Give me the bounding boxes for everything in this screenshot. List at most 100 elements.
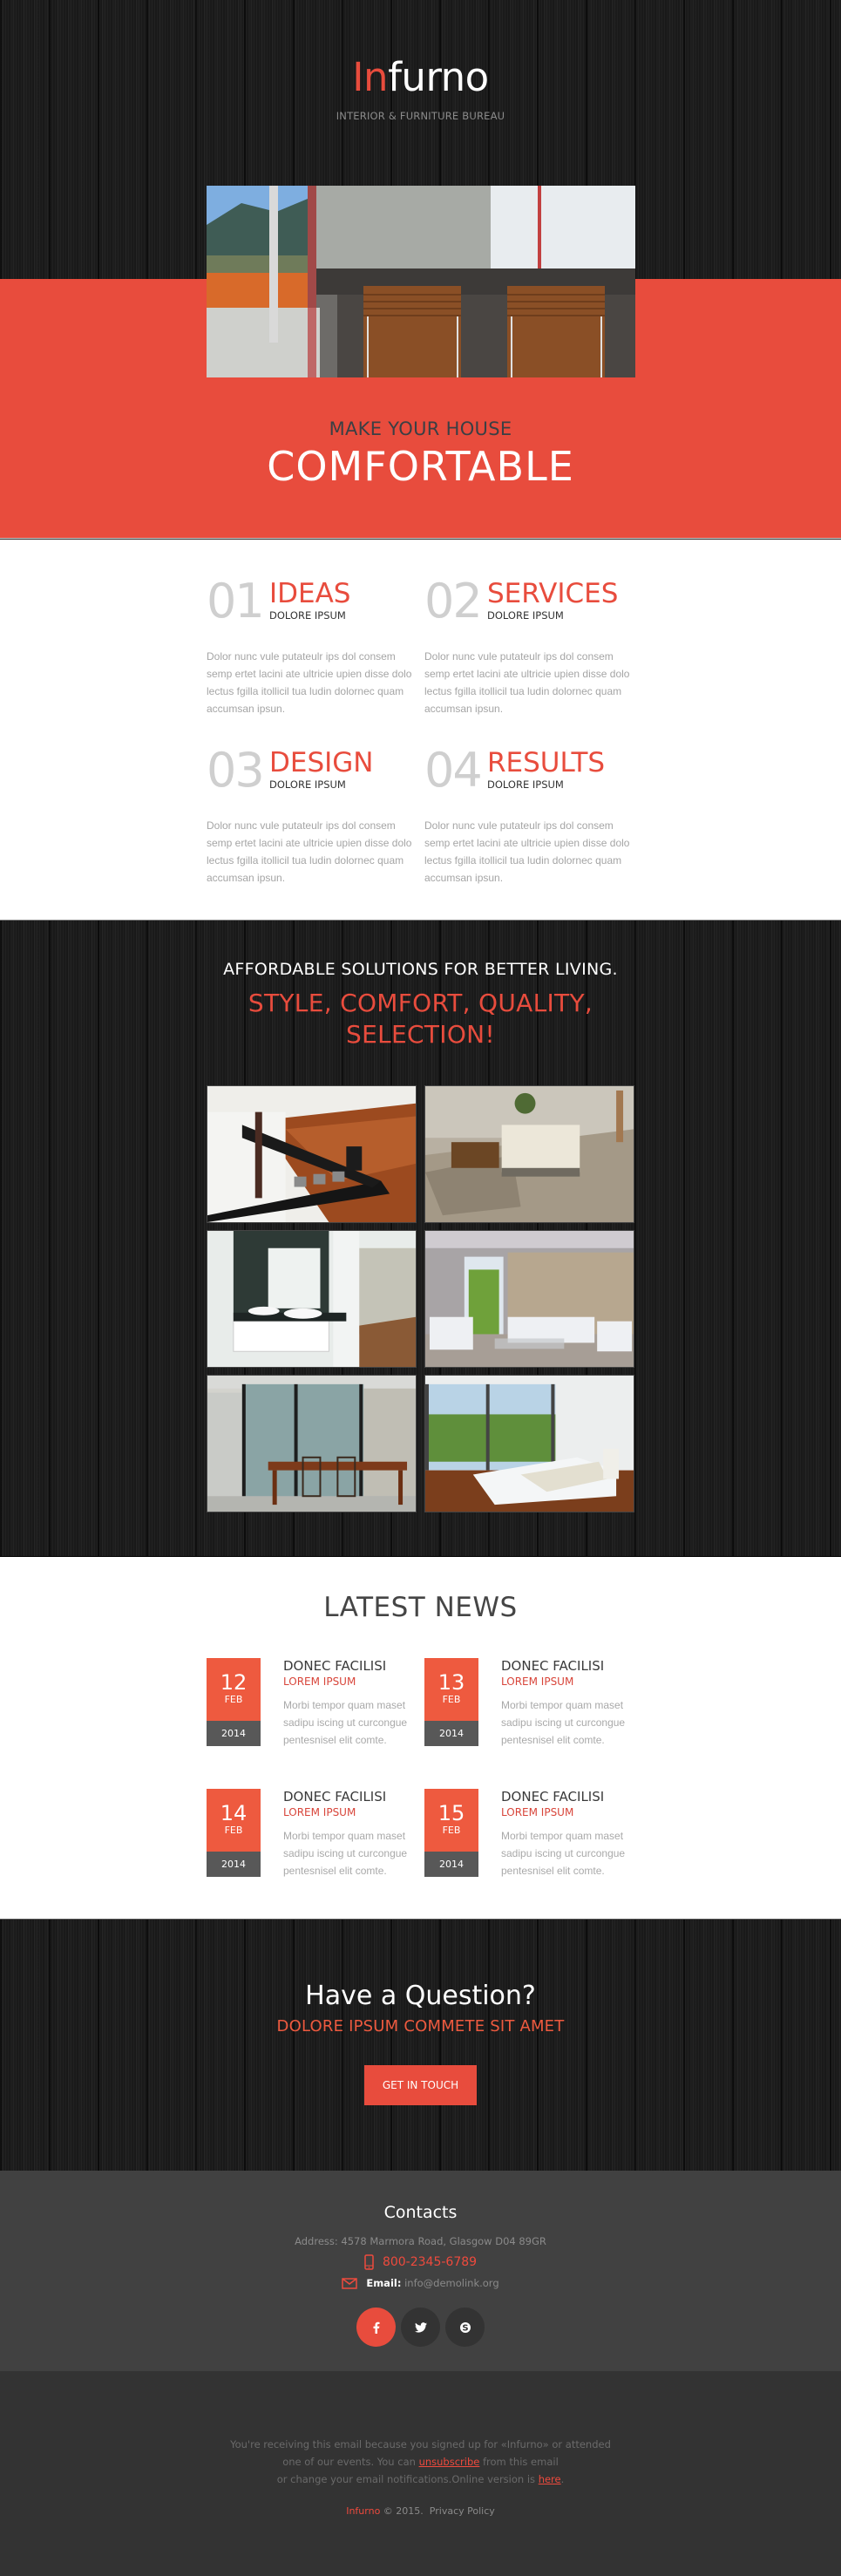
- footer-note-line3: or change your email notifications.Onlin…: [0, 2471, 841, 2488]
- news-item[interactable]: 12 FEB 2014 DONEC FACILISI LOREM IPSUM Mo…: [207, 1658, 416, 1747]
- feature-title: DESIGN: [269, 747, 374, 778]
- feature-number: 04: [424, 743, 483, 798]
- white-couches-living-room-image: [425, 1231, 634, 1367]
- gallery-photo-6[interactable]: [424, 1375, 634, 1512]
- facebook-button[interactable]: [356, 2308, 396, 2347]
- gallery-headline-line1: STYLE, COMFORT, QUALITY,: [248, 989, 593, 1017]
- feature-subtitle: DOLORE IPSUM: [269, 609, 346, 622]
- twitter-button[interactable]: [401, 2308, 440, 2347]
- feature-title: RESULTS: [487, 747, 606, 778]
- logo-accent: In: [352, 54, 389, 100]
- gallery-kicker: AFFORDABLE SOLUTIONS FOR BETTER LIVING.: [223, 960, 618, 979]
- feature-subtitle: DOLORE IPSUM: [487, 609, 564, 622]
- copyright: © 2015.: [380, 2505, 424, 2517]
- cta-section: Have a Question? DOLORE IPSUM COMMETE SI…: [0, 1919, 841, 2172]
- hero-title: COMFORTABLE: [267, 443, 574, 490]
- phone-row: 800-2345-6789: [0, 2254, 841, 2274]
- get-in-touch-button[interactable]: GET IN TOUCH: [364, 2065, 477, 2105]
- facebook-icon: [373, 2321, 379, 2334]
- email-address[interactable]: info@demolink.org: [404, 2277, 499, 2289]
- feature-number: 02: [424, 574, 483, 629]
- news-body: Morbi tempor quam maset sadipu iscing ut…: [501, 1699, 626, 1746]
- date-badge: 15 FEB 2014: [424, 1789, 478, 1877]
- date-year: 2014: [424, 1721, 478, 1746]
- online-version-link[interactable]: here: [539, 2473, 561, 2485]
- news-item[interactable]: 13 FEB 2014 DONEC FACILISI LOREM IPSUM Mo…: [424, 1658, 634, 1747]
- news-item[interactable]: 14 FEB 2014 DONEC FACILISI LOREM IPSUM Mo…: [207, 1789, 416, 1878]
- gallery-photo-5[interactable]: [207, 1375, 417, 1512]
- date-day: 14: [220, 1801, 248, 1825]
- feature-title: IDEAS: [269, 578, 351, 609]
- cta-title: Have a Question?: [305, 1981, 536, 2011]
- unsubscribe-link[interactable]: unsubscribe: [419, 2456, 480, 2468]
- email-row: Email: info@demolink.org: [0, 2277, 841, 2292]
- twitter-icon: [414, 2321, 427, 2333]
- phone-number[interactable]: 800-2345-6789: [383, 2255, 477, 2269]
- dining-room-image: [207, 1376, 416, 1512]
- skype-button[interactable]: S: [445, 2308, 485, 2347]
- date-badge: 12 FEB 2014: [207, 1658, 261, 1746]
- date-month: FEB: [442, 1694, 461, 1705]
- footer-note-line2: one of our events. You can unsubscribe f…: [0, 2453, 841, 2471]
- feature-subtitle: DOLORE IPSUM: [269, 778, 346, 791]
- modern-bathroom-image: [207, 1231, 416, 1367]
- hero-image: [207, 186, 635, 377]
- gallery-photo-3[interactable]: [207, 1230, 417, 1368]
- logo[interactable]: Infurno: [0, 58, 841, 97]
- features-section: 01 IDEAS DOLORE IPSUM Dolor nunc vule pu…: [0, 540, 841, 920]
- news-subhead: LOREM IPSUM: [283, 1806, 356, 1818]
- news-headline[interactable]: DONEC FACILISI: [283, 1658, 386, 1674]
- footer-brand[interactable]: Infurno: [346, 2505, 380, 2517]
- social-links: S: [0, 2308, 841, 2347]
- tagline: INTERIOR & FURNITURE BUREAU: [336, 110, 505, 122]
- news-body: Morbi tempor quam maset sadipu iscing ut…: [283, 1699, 408, 1746]
- news-headline[interactable]: DONEC FACILISI: [283, 1789, 386, 1805]
- footer-text: or change your email notifications.Onlin…: [276, 2473, 539, 2485]
- gallery-photo-4[interactable]: [424, 1230, 634, 1368]
- news-item[interactable]: 15 FEB 2014 DONEC FACILISI LOREM IPSUM Mo…: [424, 1789, 634, 1878]
- gallery-headline-line2: SELECTION!: [346, 1020, 495, 1049]
- news-subhead: LOREM IPSUM: [501, 1806, 574, 1818]
- feature-subtitle: DOLORE IPSUM: [487, 778, 564, 791]
- footer: You're receiving this email because you …: [0, 2371, 841, 2576]
- privacy-policy-link[interactable]: Privacy Policy: [430, 2505, 495, 2517]
- feature-body: Dolor nunc vule putateulr ips dol consem…: [424, 819, 630, 884]
- date-day: 12: [220, 1670, 248, 1695]
- date-badge: 13 FEB 2014: [424, 1658, 478, 1746]
- date-year: 2014: [207, 1852, 261, 1877]
- footer-bottom: Infurno © 2015. Privacy Policy: [0, 2505, 841, 2517]
- gallery-photo-2[interactable]: [424, 1085, 634, 1223]
- date-month: FEB: [224, 1694, 243, 1705]
- date-month: FEB: [442, 1825, 461, 1836]
- feature-number: 03: [207, 743, 265, 798]
- date-day: 13: [437, 1670, 465, 1695]
- email-label: Email:: [366, 2277, 402, 2289]
- footer-text: .: [560, 2473, 565, 2485]
- feature-title: SERVICES: [487, 578, 619, 609]
- news-subhead: LOREM IPSUM: [501, 1675, 574, 1688]
- kitchen-photo: [207, 186, 635, 377]
- gallery-photo-1[interactable]: [207, 1085, 417, 1223]
- feature-body: Dolor nunc vule putateulr ips dol consem…: [424, 650, 630, 715]
- svg-text:S: S: [462, 2323, 468, 2333]
- news-headline[interactable]: DONEC FACILISI: [501, 1658, 604, 1674]
- logo-rest: furno: [388, 54, 489, 100]
- footer-note: You're receiving this email because you …: [0, 2436, 841, 2488]
- news-body: Morbi tempor quam maset sadipu iscing ut…: [283, 1830, 408, 1877]
- gallery-section: AFFORDABLE SOLUTIONS FOR BETTER LIVING. …: [0, 920, 841, 1556]
- news-headline[interactable]: DONEC FACILISI: [501, 1789, 604, 1805]
- feature-body: Dolor nunc vule putateulr ips dol consem…: [207, 650, 412, 715]
- date-month: FEB: [224, 1825, 243, 1836]
- footer-text: from this email: [479, 2456, 559, 2468]
- feature-body: Dolor nunc vule putateulr ips dol consem…: [207, 819, 412, 884]
- phone-icon: [364, 2254, 374, 2270]
- news-section: LATEST NEWS 12 FEB 2014 DONEC FACILISI LO…: [0, 1556, 841, 1919]
- news-title: LATEST NEWS: [323, 1592, 518, 1623]
- footer-text: one of our events. You can: [282, 2456, 419, 2468]
- skype-icon: S: [459, 2321, 471, 2333]
- date-year: 2014: [207, 1721, 261, 1746]
- date-badge: 14 FEB 2014: [207, 1789, 261, 1877]
- bedroom-image: [425, 1376, 634, 1512]
- news-subhead: LOREM IPSUM: [283, 1675, 356, 1688]
- news-body: Morbi tempor quam maset sadipu iscing ut…: [501, 1830, 626, 1877]
